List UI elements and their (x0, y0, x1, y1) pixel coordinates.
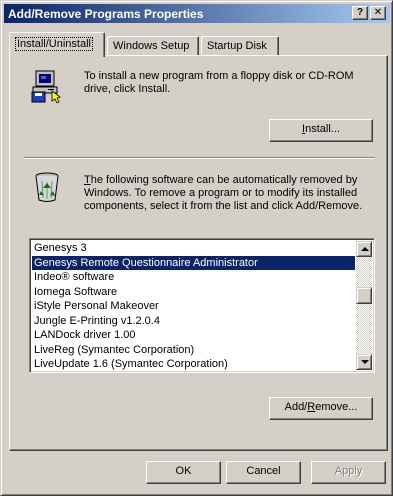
recycle-bin-icon (32, 169, 64, 206)
title-bar[interactable]: Add/Remove Programs Properties ? ✕ (4, 4, 390, 23)
install-button[interactable]: Install... (269, 119, 373, 142)
list-item[interactable]: LiveUpdate 1.6 (Symantec Corporation) (32, 357, 355, 372)
ok-button[interactable]: OK (146, 461, 221, 484)
arrow-down-icon (361, 360, 369, 364)
help-button[interactable]: ? (352, 6, 368, 20)
install-instructions: To install a new program from a floppy d… (84, 70, 354, 95)
tab-install-uninstall[interactable]: Install/Uninstall (9, 32, 105, 57)
list-scrollbar[interactable] (356, 241, 372, 370)
scroll-up-button[interactable] (356, 241, 372, 257)
window-title: Add/Remove Programs Properties (8, 6, 204, 21)
remove-mnemonic: T (84, 174, 91, 186)
list-item[interactable]: LANDock driver 1.00 (32, 328, 355, 343)
add-remove-label-start: Add/ (284, 401, 308, 413)
list-item[interactable]: iStyle Personal Makeover (32, 299, 355, 314)
list-items-container: Genesys 3 Genesys Remote Questionnaire Ad… (32, 241, 355, 372)
install-uninstall-panel: To install a new program from a floppy d… (9, 55, 388, 451)
list-item[interactable]: Iomega Software (32, 285, 355, 300)
add-remove-mnemonic: R (307, 401, 316, 413)
cancel-button[interactable]: Cancel (226, 461, 301, 484)
add-remove-button[interactable]: Add/Remove... (269, 397, 373, 420)
list-item[interactable]: Indeo® software (32, 270, 355, 285)
computer-install-icon (30, 69, 64, 106)
list-item[interactable]: Genesys Remote Questionnaire Administrat… (32, 255, 355, 270)
add-remove-programs-window: Add/Remove Programs Properties ? ✕ Insta… (0, 0, 393, 496)
section-divider (24, 157, 375, 159)
tab-windows-setup[interactable]: Windows Setup (107, 36, 199, 56)
install-label: nstall... (305, 123, 340, 135)
list-item[interactable]: LiveReg (Symantec Corporation) (32, 343, 355, 358)
close-button[interactable]: ✕ (370, 6, 386, 20)
apply-button[interactable]: Apply (311, 461, 386, 484)
installed-programs-list[interactable]: Genesys 3 Genesys Remote Questionnaire Ad… (29, 238, 375, 373)
list-item[interactable]: Genesys 3 (32, 241, 355, 256)
tab-startup-disk[interactable]: Startup Disk (201, 36, 279, 56)
tab-label: Install/Uninstall (15, 37, 93, 51)
arrow-up-icon (361, 247, 369, 251)
remove-instructions: The following software can be automatica… (84, 174, 376, 213)
list-item[interactable]: Jungle E-Printing v1.2.0.4 (32, 314, 355, 329)
remove-text: he following software can be automatical… (84, 174, 363, 212)
scroll-thumb[interactable] (356, 287, 372, 304)
add-remove-label-rest: emove... (315, 401, 358, 413)
scroll-down-button[interactable] (356, 354, 372, 370)
